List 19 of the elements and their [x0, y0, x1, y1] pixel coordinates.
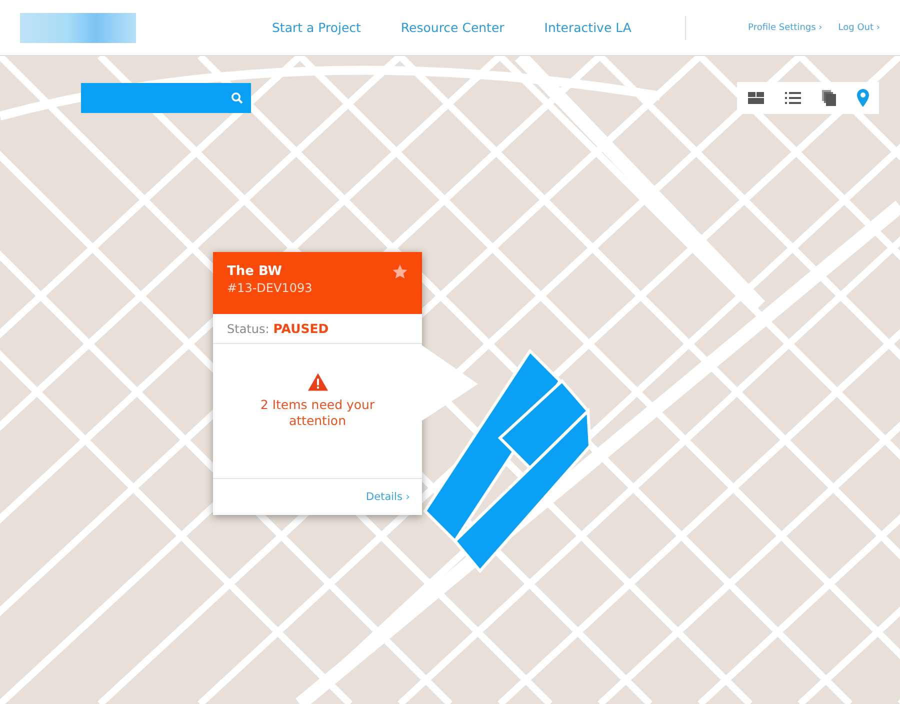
stack-view-button[interactable]	[822, 90, 836, 106]
alert-message: 2 Items need your attention	[259, 397, 376, 429]
project-title: The BW	[227, 264, 284, 279]
search-icon	[231, 92, 243, 104]
project-id: #13-DEV1093	[227, 281, 312, 295]
status-label: Status:	[227, 322, 270, 336]
star-icon[interactable]	[392, 264, 408, 280]
map-view-button[interactable]	[856, 89, 868, 107]
status-value: PAUSED	[273, 321, 329, 336]
list-view-button[interactable]	[784, 92, 800, 104]
details-link[interactable]: Details ›	[366, 491, 410, 503]
account-link[interactable]: Profile Settings ›	[748, 22, 822, 32]
tiles-view-button[interactable]	[748, 92, 764, 104]
search-field[interactable]	[81, 83, 251, 113]
warning-icon	[308, 373, 328, 391]
nav-link[interactable]: Interactive LA	[544, 20, 632, 35]
nav-link[interactable]: Resource Center	[400, 20, 504, 35]
account-link[interactable]: Log Out ›	[838, 22, 880, 32]
nav-link[interactable]: Start a Project	[272, 20, 361, 35]
